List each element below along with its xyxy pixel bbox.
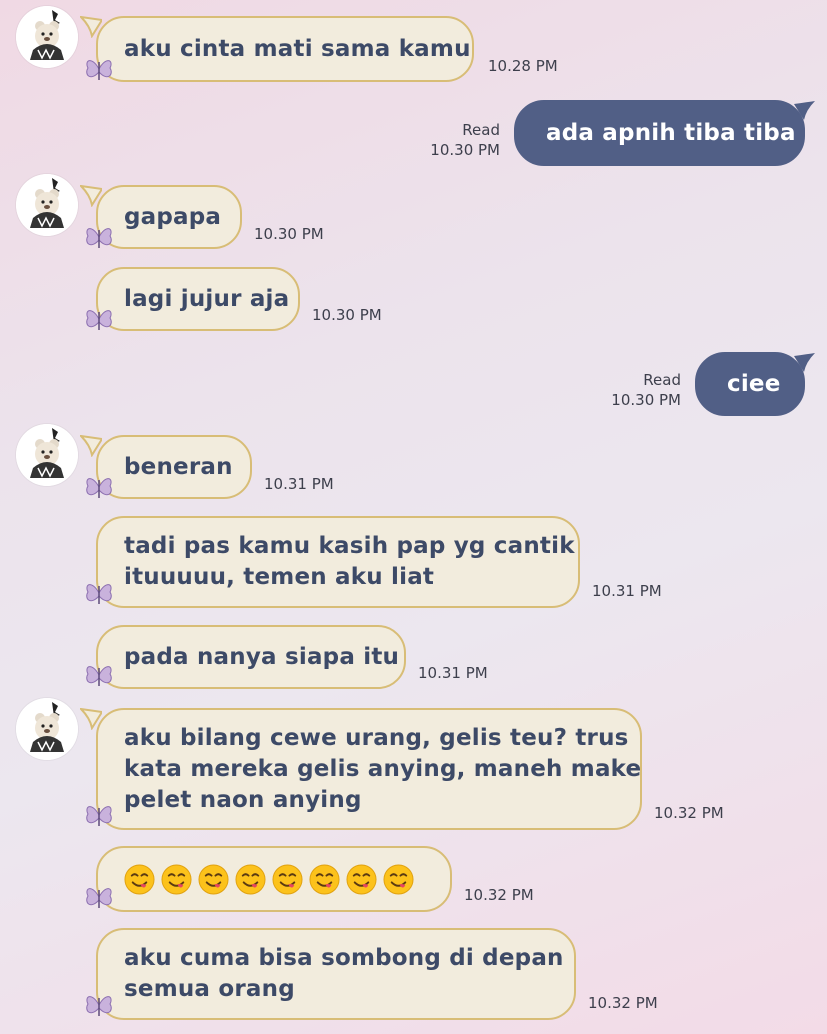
message-text: pada nanya siapa itu	[124, 643, 400, 670]
butterfly-icon	[86, 996, 112, 1016]
sender-avatar[interactable]	[16, 6, 78, 68]
read-receipt: Read	[462, 121, 500, 139]
message-time: 10.31 PM	[418, 664, 488, 682]
teddy-bear-avatar-image	[16, 6, 78, 68]
message-text: lagi jujur aja	[124, 285, 290, 312]
message-time: 10.30 PM	[611, 391, 681, 409]
teddy-bear-avatar-image	[16, 698, 78, 760]
message-bubble[interactable]: aku bilang cewe urang, gelis teu? trus k…	[96, 708, 642, 830]
message-text: gapapa	[124, 203, 222, 230]
message-time: 10.30 PM	[312, 306, 382, 324]
message-bubble[interactable]: lagi jujur aja	[96, 267, 300, 331]
emoji-row	[124, 863, 424, 895]
message-time: 10.32 PM	[654, 804, 724, 822]
face-savoring-food-emoji	[161, 863, 192, 895]
message-time: 10.31 PM	[592, 582, 662, 600]
face-savoring-food-emoji	[346, 863, 377, 895]
face-savoring-food-emoji	[309, 863, 340, 895]
read-receipt: Read	[643, 371, 681, 389]
message-meta: Read 10.30 PM	[430, 120, 500, 160]
message-time: 10.31 PM	[264, 475, 334, 493]
butterfly-icon	[86, 666, 112, 686]
message-time: 10.32 PM	[588, 994, 658, 1012]
message-meta: Read 10.30 PM	[611, 370, 681, 410]
sender-avatar[interactable]	[16, 698, 78, 760]
face-savoring-food-emoji	[198, 863, 229, 895]
message-text-line: tadi pas kamu kasih pap yg cantik	[124, 533, 575, 559]
message-bubble[interactable]: ciee	[695, 352, 805, 416]
face-savoring-food-emoji	[235, 863, 266, 895]
butterfly-icon	[86, 584, 112, 604]
message-bubble[interactable]: beneran	[96, 435, 252, 499]
butterfly-icon	[86, 806, 112, 826]
face-savoring-food-emoji	[124, 863, 155, 895]
butterfly-icon	[86, 228, 112, 248]
message-time: 10.28 PM	[488, 57, 558, 75]
butterfly-icon	[86, 310, 112, 330]
face-savoring-food-emoji	[383, 863, 414, 895]
message-text: ciee	[727, 370, 781, 397]
message-text-line: pelet naon anying	[124, 786, 362, 813]
teddy-bear-avatar-image	[16, 424, 78, 486]
butterfly-icon	[86, 888, 112, 908]
message-time: 10.30 PM	[254, 225, 324, 243]
message-bubble[interactable]	[96, 846, 452, 912]
message-bubble[interactable]: aku cuma bisa sombong di depan semua ora…	[96, 928, 576, 1020]
bubble-tail	[794, 353, 815, 372]
teddy-bear-avatar-image	[16, 174, 78, 236]
message-text-line: aku cuma bisa sombong di depan	[124, 945, 564, 971]
message-time: 10.30 PM	[430, 141, 500, 159]
message-text-line: semua orang	[124, 976, 295, 1002]
message-text: ada apnih tiba tiba	[546, 119, 796, 146]
message-text: beneran	[124, 453, 233, 480]
message-text-line: ituuuuu, temen aku liat	[124, 564, 435, 590]
message-text: aku cinta mati sama kamu	[124, 35, 471, 62]
message-text-line: kata mereka gelis anying, maneh make	[124, 755, 642, 782]
message-bubble[interactable]: ada apnih tiba tiba	[514, 100, 805, 166]
message-bubble[interactable]: aku cinta mati sama kamu	[96, 16, 474, 82]
sender-avatar[interactable]	[16, 424, 78, 486]
bubble-tail	[794, 101, 815, 120]
butterfly-icon	[86, 478, 112, 498]
message-bubble[interactable]: tadi pas kamu kasih pap yg cantik ituuuu…	[96, 516, 580, 608]
sender-avatar[interactable]	[16, 174, 78, 236]
message-bubble[interactable]: gapapa	[96, 185, 242, 249]
face-savoring-food-emoji	[272, 863, 303, 895]
message-text-line: aku bilang cewe urang, gelis teu? trus	[124, 724, 629, 751]
message-time: 10.32 PM	[464, 886, 534, 904]
message-bubble[interactable]: pada nanya siapa itu	[96, 625, 406, 689]
butterfly-icon	[86, 60, 112, 80]
